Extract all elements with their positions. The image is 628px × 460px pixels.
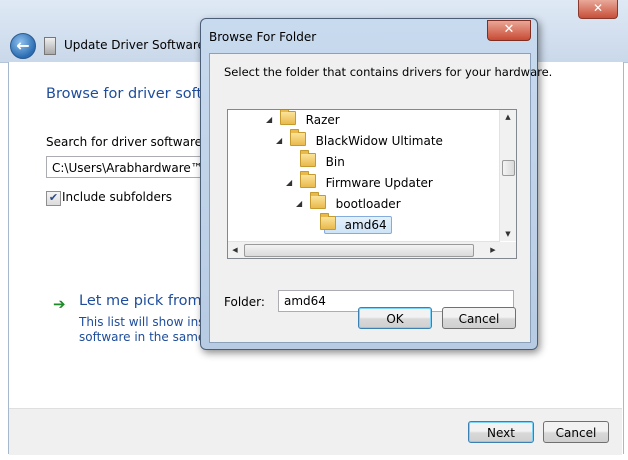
let-me-pick-link[interactable]: Let me pick from — [79, 293, 202, 309]
folder-icon — [319, 213, 336, 230]
wizard-cancel-button[interactable]: Cancel — [543, 421, 609, 443]
tree-item-label: Bin — [325, 155, 345, 169]
horizontal-scroll-thumb[interactable] — [244, 244, 474, 257]
expand-triangle-icon[interactable]: ◢ — [286, 174, 296, 192]
scrollbar-corner — [500, 242, 516, 258]
tree-item[interactable]: ◢ BlackWidow Ultimate — [276, 129, 443, 150]
include-subfolders-label[interactable]: Include subfolders — [62, 190, 172, 204]
folder-icon — [299, 150, 316, 167]
include-subfolders-checkbox[interactable]: ✔ — [46, 191, 61, 206]
scroll-right-icon[interactable]: ▶ — [486, 242, 500, 258]
tree-item-label: BlackWidow Ultimate — [315, 134, 443, 148]
expand-triangle-icon[interactable]: ◢ — [296, 195, 306, 213]
tree-item[interactable]: Bin — [286, 150, 345, 171]
tree-item-selected[interactable]: amd64 — [306, 213, 392, 234]
folder-tree[interactable]: ◢ Razer ◢ BlackWidow Ultimate Bin ◢ Firm… — [227, 109, 517, 259]
tree-item[interactable]: ◢ Firmware Updater — [286, 171, 433, 192]
scroll-up-icon[interactable]: ▲ — [500, 110, 516, 124]
device-icon — [44, 37, 56, 55]
folder-icon — [309, 192, 326, 209]
vertical-scrollbar[interactable]: ▲ ▼ — [499, 110, 516, 241]
expand-triangle-icon[interactable]: ◢ — [266, 111, 276, 129]
scroll-left-icon[interactable]: ◀ — [228, 242, 242, 258]
expand-triangle-icon[interactable]: ◢ — [276, 132, 286, 150]
horizontal-scrollbar[interactable]: ◀ ▶ — [228, 241, 500, 258]
scroll-down-icon[interactable]: ▼ — [500, 227, 516, 241]
pick-description-line1: This list will show instal — [79, 315, 220, 329]
page-heading: Browse for driver softw — [46, 86, 215, 102]
browse-for-folder-dialog: Browse For Folder ✕ Select the folder th… — [200, 18, 552, 350]
folder-icon — [299, 171, 316, 188]
dialog-description: Select the folder that contains drivers … — [224, 65, 553, 79]
dialog-body: Select the folder that contains drivers … — [209, 53, 552, 343]
tree-item-label: Razer — [305, 113, 340, 127]
folder-icon — [289, 129, 306, 146]
tree-item[interactable]: ◢ bootloader — [296, 192, 401, 213]
tree-item-label: Firmware Updater — [325, 176, 433, 190]
next-button[interactable]: Next — [468, 421, 534, 443]
folder-label: Folder: — [224, 295, 265, 309]
folder-icon — [279, 110, 296, 125]
green-arrow-icon: ➔ — [53, 295, 66, 313]
dialog-cancel-button[interactable]: Cancel — [442, 307, 516, 329]
wizard-close-button[interactable]: ✕ — [578, 0, 618, 19]
tree-item[interactable]: ◢ Razer — [266, 110, 340, 129]
dialog-title: Browse For Folder — [209, 30, 317, 44]
vertical-scroll-thumb[interactable] — [502, 160, 515, 176]
search-location-label: Search for driver software in t — [46, 135, 226, 149]
back-arrow-icon[interactable]: ← — [10, 33, 36, 59]
ok-button[interactable]: OK — [358, 307, 432, 329]
tree-item-label: bootloader — [335, 197, 401, 211]
dialog-close-button[interactable]: ✕ — [487, 20, 531, 41]
